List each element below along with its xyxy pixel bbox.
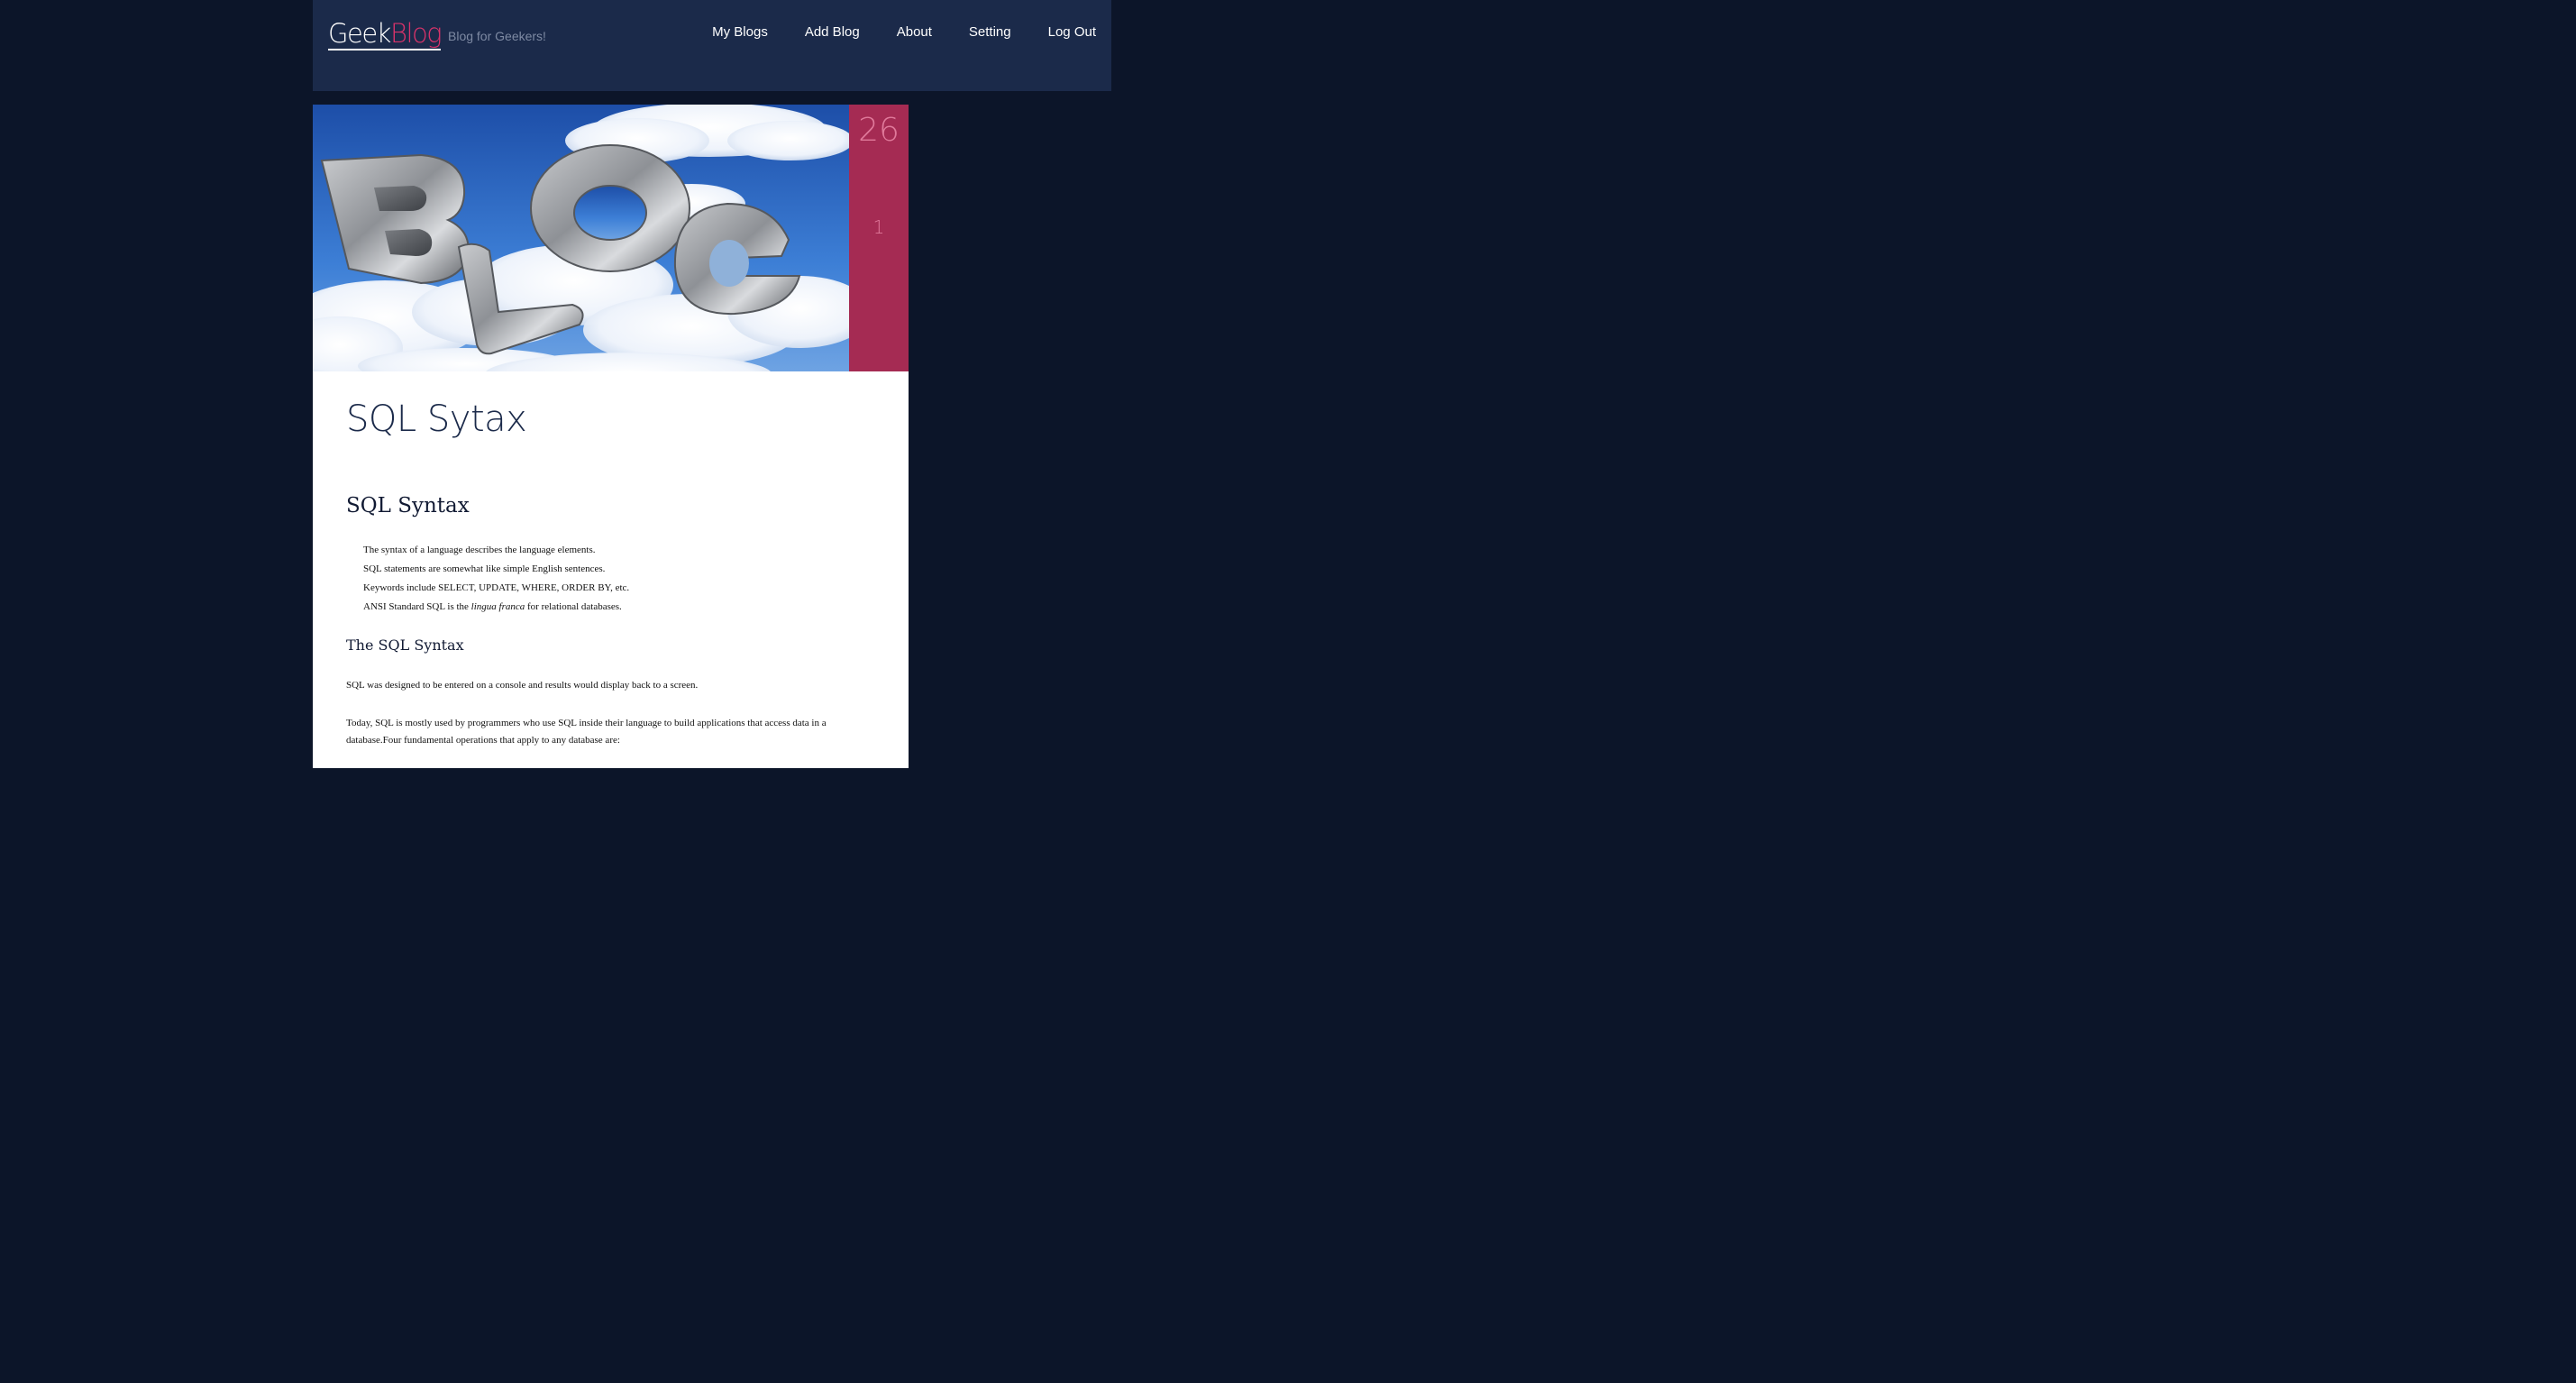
site-tagline: Blog for Geekers! <box>448 29 546 43</box>
site-logo[interactable]: GeekBlog <box>328 18 443 50</box>
logo-text-geek: Geek <box>328 18 391 49</box>
post-hero-image <box>313 105 849 371</box>
post-bullet-list: The syntax of a language describes the l… <box>363 541 629 617</box>
post-title: SQL Sytax <box>346 398 527 440</box>
list-item: ANSI Standard SQL is the lingua franca f… <box>363 598 629 617</box>
list-item-text: for relational databases. <box>525 601 622 612</box>
nav-log-out[interactable]: Log Out <box>1048 23 1096 41</box>
list-item: SQL statements are somewhat like simple … <box>363 563 606 574</box>
main-nav: My Blogs Add Blog About Setting Log Out <box>690 23 1111 41</box>
post-heading: SQL Syntax <box>346 494 470 517</box>
site-header: GeekBlog Blog for Geekers! My Blogs Add … <box>313 0 1111 91</box>
post-article: SQL Sytax SQL Syntax The syntax of a lan… <box>313 371 909 768</box>
post-date-day: 26 <box>858 112 900 149</box>
nav-my-blogs[interactable]: My Blogs <box>712 23 768 41</box>
post-paragraph-2: Today, SQL is mostly used by programmers… <box>346 718 827 746</box>
nav-about[interactable]: About <box>897 23 932 41</box>
post-date-badge: 26 1 <box>849 105 909 371</box>
nav-add-blog[interactable]: Add Blog <box>805 23 860 41</box>
post-paragraph-1: SQL was designed to be entered on a cons… <box>346 680 699 691</box>
list-item-italic: lingua franca <box>470 601 525 612</box>
hero-blog-clouds-image <box>313 105 849 371</box>
list-item: The syntax of a language describes the l… <box>363 545 596 555</box>
list-item-text: ANSI Standard SQL is the <box>363 601 471 612</box>
list-item: Keywords include SELECT, UPDATE, WHERE, … <box>363 582 630 593</box>
logo-text-blog: Blog <box>389 18 443 49</box>
post-subheading: The SQL Syntax <box>346 637 464 654</box>
nav-setting[interactable]: Setting <box>969 23 1011 41</box>
post-date-month: 1 <box>872 216 885 238</box>
